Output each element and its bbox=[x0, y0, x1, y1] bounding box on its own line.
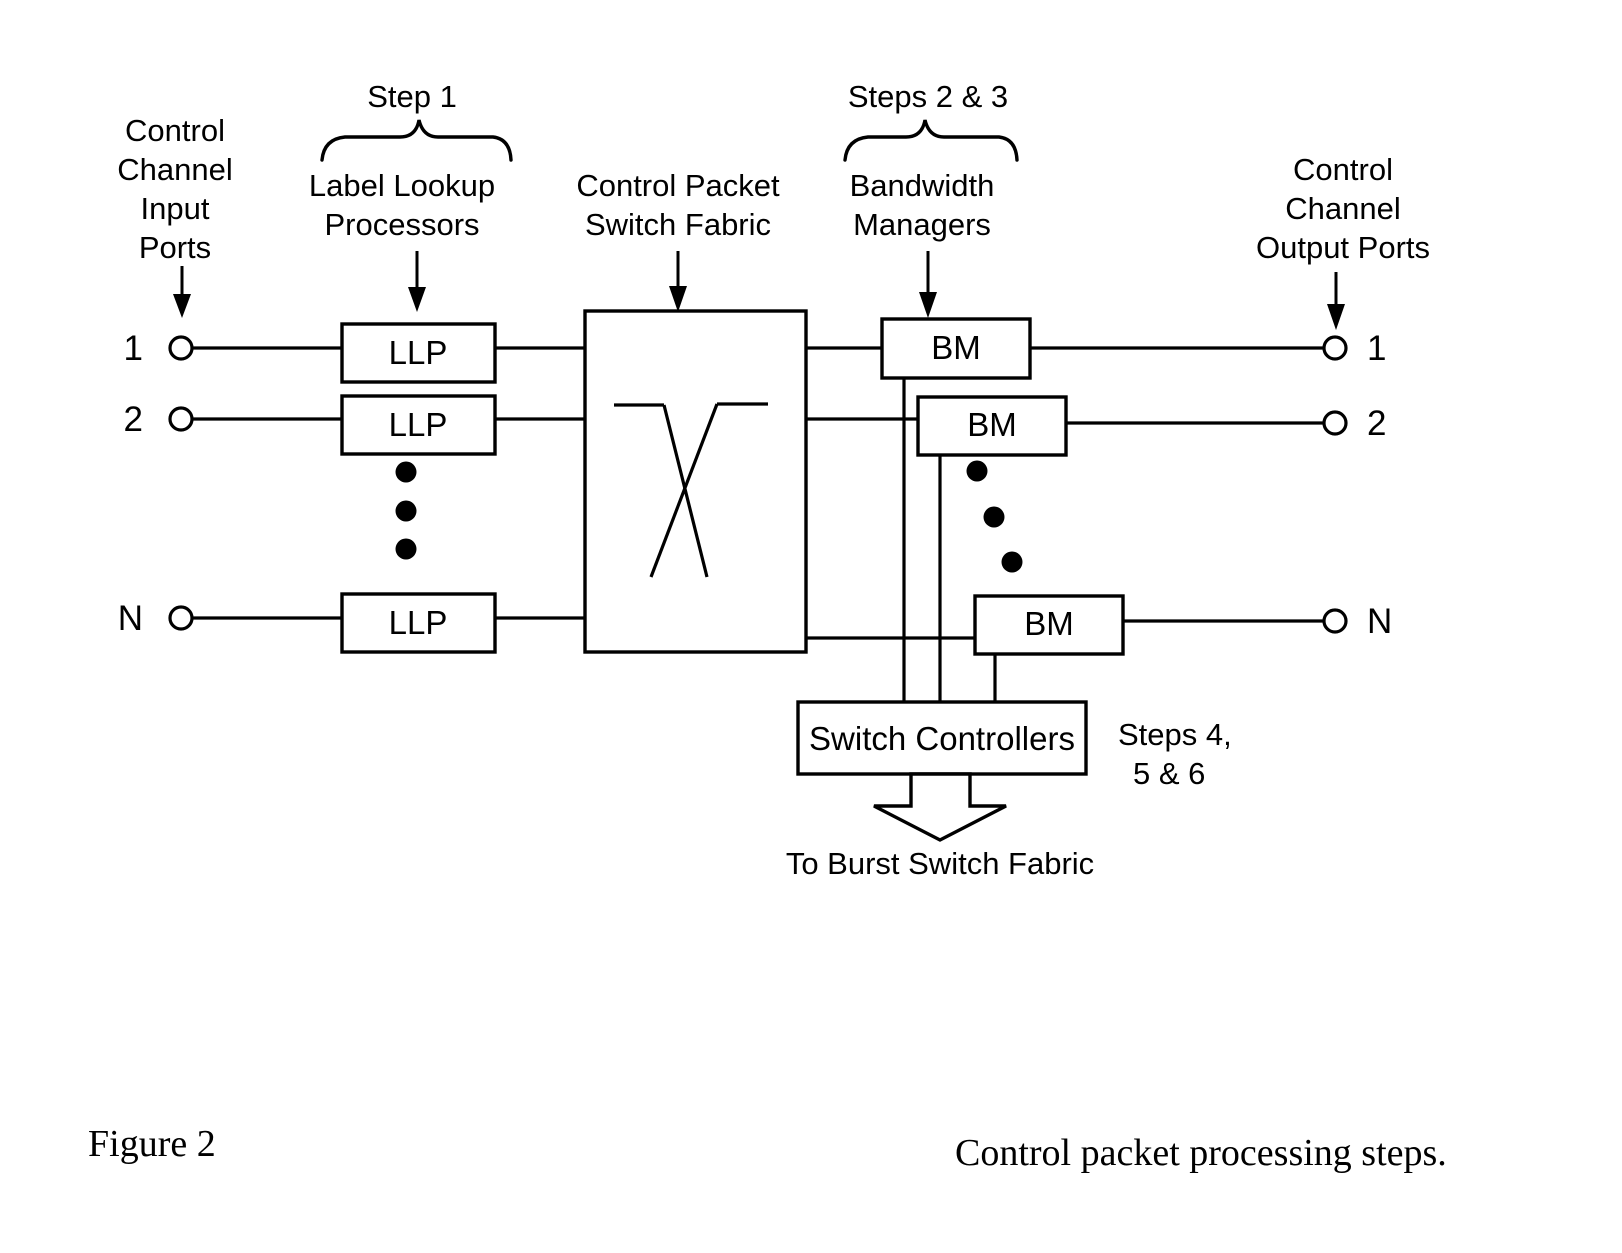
control-packet-processing-diagram: Control Channel Input Ports Step 1 Label… bbox=[88, 79, 1447, 1174]
bm-group-label-line1: Bandwidth bbox=[850, 168, 995, 203]
steps23-annotation-group: Steps 2 & 3 Bandwidth Managers bbox=[843, 79, 1019, 318]
llp-box-1-label: LLP bbox=[389, 334, 448, 371]
input-ports-label-line3: Input bbox=[141, 191, 210, 226]
output-ports-label-line2: Channel bbox=[1285, 191, 1400, 226]
step1-annotation-group: Step 1 Label Lookup Processors bbox=[309, 79, 513, 312]
bm-pointer-arrow-icon bbox=[919, 251, 937, 318]
switch-controllers-label: Switch Controllers bbox=[809, 720, 1075, 757]
steps23-brace-icon bbox=[843, 119, 1019, 162]
input-port-circle-1[interactable] bbox=[168, 335, 194, 361]
fabric-pointer-arrow-icon bbox=[669, 251, 687, 312]
steps456-annotation-group: Steps 4, 5 & 6 bbox=[1118, 717, 1232, 791]
output-port-number-1: 1 bbox=[1367, 329, 1386, 368]
input-port-number-1: 1 bbox=[124, 329, 143, 368]
bm-box-2-label: BM bbox=[967, 406, 1017, 443]
figure-container: Control Channel Input Ports Step 1 Label… bbox=[0, 0, 1622, 1253]
output-port-circle-1[interactable] bbox=[1322, 335, 1348, 361]
llp-box-N-label: LLP bbox=[389, 604, 448, 641]
input-ports-label-group: Control Channel Input Ports bbox=[117, 113, 233, 318]
bm-box-1-label: BM bbox=[931, 329, 981, 366]
control-packet-switch-fabric-box[interactable] bbox=[583, 309, 808, 654]
input-ports-label-line1: Control bbox=[125, 113, 225, 148]
input-port-number-N: N bbox=[118, 599, 143, 638]
fabric-group-label-line2: Switch Fabric bbox=[585, 207, 771, 242]
input-ports-label-line4: Ports bbox=[139, 230, 211, 265]
bm-diagonal-ellipsis-icon bbox=[966, 460, 1023, 573]
llp-group-label-line2: Processors bbox=[324, 207, 479, 242]
input-port-number-2: 2 bbox=[124, 400, 143, 439]
fabric-label-group: Control Packet Switch Fabric bbox=[576, 168, 780, 312]
llp-pointer-arrow-icon bbox=[408, 251, 426, 312]
llp-vertical-ellipsis-icon bbox=[395, 461, 417, 560]
output-ports-label-line1: Control bbox=[1293, 152, 1393, 187]
to-burst-switch-fabric-arrow-icon bbox=[873, 772, 1007, 842]
bm-group-label-line2: Managers bbox=[853, 207, 991, 242]
step1-brace-icon bbox=[320, 119, 513, 162]
steps456-label-line1: Steps 4, bbox=[1118, 717, 1232, 752]
output-ports-label-group: Control Channel Output Ports bbox=[1256, 152, 1430, 330]
input-port-circle-N[interactable] bbox=[168, 605, 194, 631]
output-ports-label-line3: Output Ports bbox=[1256, 230, 1430, 265]
to-burst-switch-fabric-label: To Burst Switch Fabric bbox=[786, 846, 1094, 881]
bm-box-N-label: BM bbox=[1024, 605, 1074, 642]
output-port-number-N: N bbox=[1367, 602, 1392, 641]
steps23-label: Steps 2 & 3 bbox=[848, 79, 1008, 114]
output-port-number-2: 2 bbox=[1367, 404, 1386, 443]
llp-box-2-label: LLP bbox=[389, 406, 448, 443]
figure-caption: Control packet processing steps. bbox=[955, 1132, 1447, 1174]
input-port-circle-2[interactable] bbox=[168, 406, 194, 432]
input-ports-label-line2: Channel bbox=[117, 152, 232, 187]
output-ports-pointer-arrow-icon bbox=[1327, 272, 1345, 330]
output-port-circle-N[interactable] bbox=[1322, 608, 1348, 634]
llp-group-label-line1: Label Lookup bbox=[309, 168, 495, 203]
fabric-group-label-line1: Control Packet bbox=[576, 168, 780, 203]
step1-label: Step 1 bbox=[367, 79, 457, 114]
figure-number-label: Figure 2 bbox=[88, 1123, 216, 1165]
input-ports-pointer-arrow-icon bbox=[173, 266, 191, 318]
output-port-circle-2[interactable] bbox=[1322, 410, 1348, 436]
steps456-label-line2: 5 & 6 bbox=[1133, 756, 1205, 791]
